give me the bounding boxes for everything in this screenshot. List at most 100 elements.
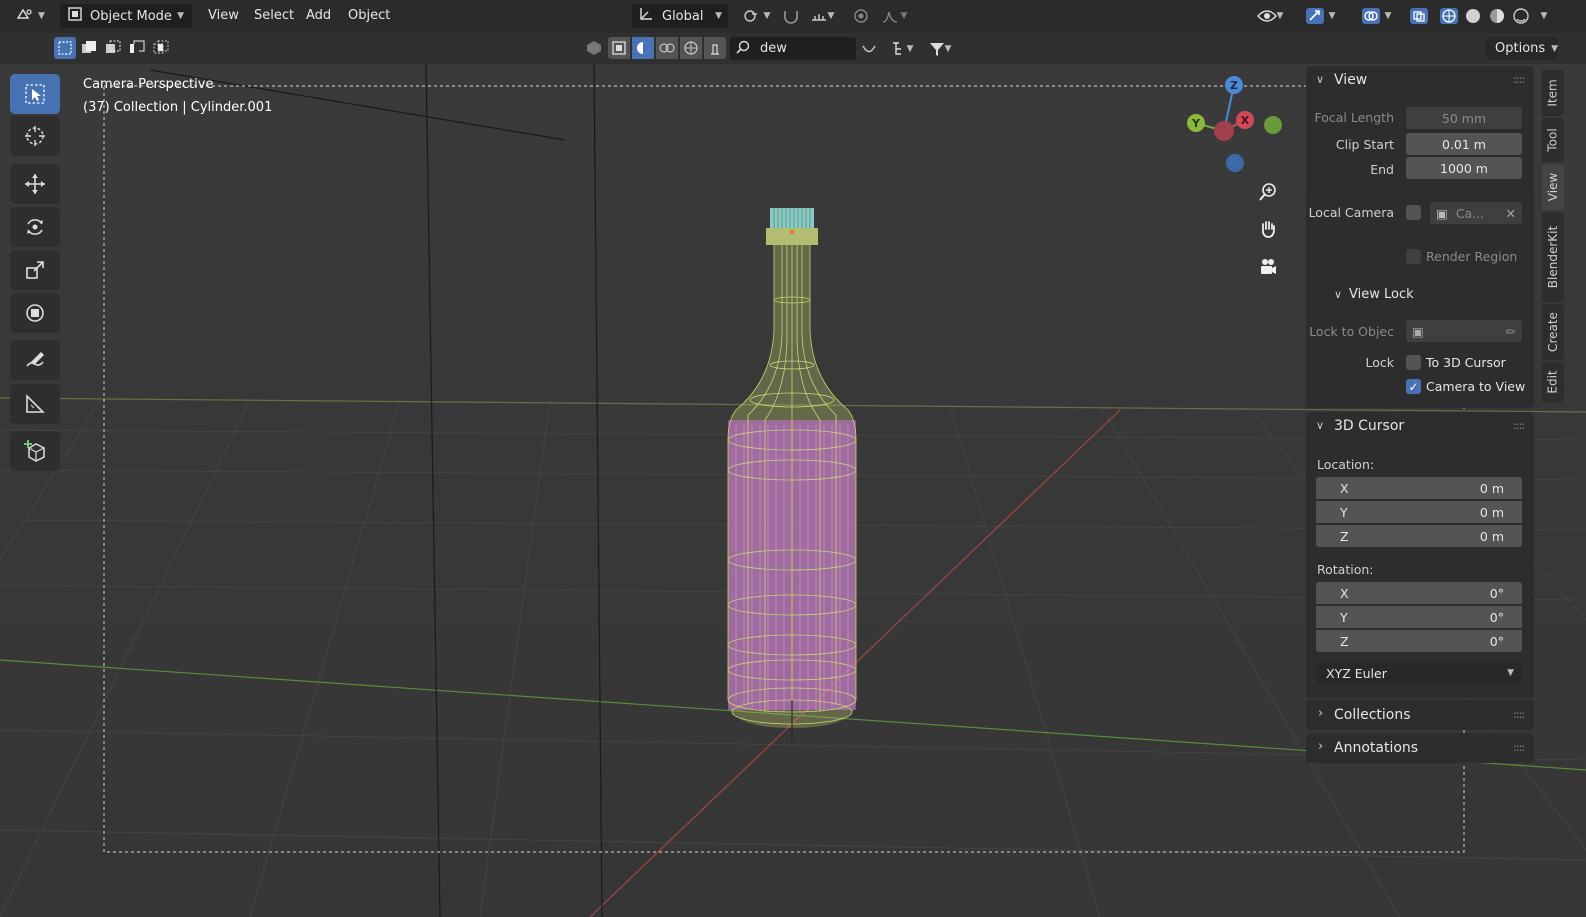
filter-solid-icon[interactable] bbox=[632, 37, 654, 59]
xray-icon[interactable] bbox=[1408, 5, 1430, 27]
pan-hand-icon[interactable] bbox=[1253, 214, 1283, 244]
wireframe-shading-icon[interactable] bbox=[1438, 5, 1460, 27]
tab-create[interactable]: Create bbox=[1542, 304, 1564, 360]
gizmo-x-label: X bbox=[1241, 114, 1250, 127]
measure-tool[interactable] bbox=[10, 384, 60, 424]
gizmo-neg-y[interactable] bbox=[1264, 116, 1282, 134]
drag-grip-icon[interactable]: :::: bbox=[1513, 419, 1525, 432]
camera-to-view-checkbox[interactable]: ✓ bbox=[1406, 379, 1421, 394]
select-new-icon[interactable] bbox=[54, 37, 76, 59]
filter-world-icon[interactable] bbox=[680, 37, 702, 59]
snap-icon[interactable] bbox=[780, 5, 802, 27]
select-subtract-icon[interactable] bbox=[102, 37, 124, 59]
chevron-down-icon: ▼ bbox=[715, 11, 722, 21]
filter-lamp-icon[interactable] bbox=[704, 37, 726, 59]
tab-item[interactable]: Item bbox=[1542, 70, 1564, 116]
snap-target-icon[interactable]: ▼ bbox=[804, 5, 840, 27]
3d-cursor-title[interactable]: 3D Cursor bbox=[1334, 418, 1404, 434]
menu-select[interactable]: Select bbox=[254, 8, 294, 23]
drag-grip-icon[interactable]: :::: bbox=[1513, 741, 1525, 754]
chevron-right-icon: › bbox=[1318, 706, 1324, 721]
focal-length-field[interactable]: 50 mm bbox=[1406, 107, 1522, 129]
proportional-editing-icon[interactable] bbox=[850, 5, 872, 27]
annotations-panel[interactable]: › Annotations :::: bbox=[1306, 733, 1534, 763]
navigation-gizmo[interactable]: Z Y X bbox=[1184, 76, 1294, 186]
shading-options-chevron-icon[interactable]: ▼ bbox=[1536, 5, 1552, 27]
gizmo-y-label: Y bbox=[1191, 117, 1201, 130]
scale-tool[interactable] bbox=[10, 250, 60, 290]
solid-shading-icon[interactable] bbox=[1462, 5, 1484, 27]
search-field[interactable]: dew bbox=[730, 37, 856, 60]
annotate-tool[interactable] bbox=[10, 340, 60, 380]
cursor-tool[interactable] bbox=[10, 116, 60, 156]
collections-panel[interactable]: › Collections :::: bbox=[1306, 700, 1534, 730]
pivot-point-icon[interactable]: ▼ bbox=[738, 5, 774, 27]
location-y-field[interactable]: Y 0 m bbox=[1316, 501, 1522, 523]
outliner-filter-icon[interactable]: ▼ bbox=[884, 38, 920, 60]
chevron-down-icon: ▼ bbox=[177, 11, 184, 21]
material-shading-icon[interactable] bbox=[1486, 5, 1508, 27]
zoom-icon[interactable] bbox=[1253, 177, 1283, 207]
menu-view[interactable]: View bbox=[208, 8, 239, 23]
chevron-down-icon[interactable]: ∨ bbox=[1334, 288, 1342, 301]
rotation-z-field[interactable]: Z 0° bbox=[1316, 630, 1522, 652]
curve-icon[interactable] bbox=[858, 38, 880, 60]
drag-grip-icon[interactable]: :::: bbox=[1513, 73, 1525, 86]
move-tool[interactable] bbox=[10, 164, 60, 204]
lock-to-object-field[interactable]: ▣ ✏ bbox=[1406, 320, 1522, 342]
local-camera-checkbox[interactable] bbox=[1406, 205, 1421, 220]
rotation-label: Rotation: bbox=[1317, 562, 1374, 577]
render-region-checkbox[interactable] bbox=[1406, 249, 1421, 264]
filter-mesh-icon[interactable] bbox=[608, 37, 630, 59]
clear-x-icon[interactable]: ✕ bbox=[1506, 206, 1516, 221]
gizmo-toggle-icon[interactable]: ▼ bbox=[1296, 5, 1344, 27]
rendered-shading-icon[interactable] bbox=[1510, 5, 1532, 27]
axis-value: 0 m bbox=[1479, 528, 1504, 544]
to-3d-cursor-checkbox[interactable] bbox=[1406, 355, 1421, 370]
eyedropper-icon[interactable]: ✏ bbox=[1506, 324, 1516, 339]
view-lock-title[interactable]: View Lock bbox=[1349, 287, 1414, 302]
menu-add[interactable]: Add bbox=[306, 8, 331, 23]
rotation-x-field[interactable]: X 0° bbox=[1316, 582, 1522, 604]
lock-to-object-label: Lock to Objec bbox=[1309, 324, 1394, 339]
filter-material-icon[interactable] bbox=[656, 37, 678, 59]
local-camera-field[interactable]: ▣ Ca... ✕ bbox=[1430, 202, 1522, 224]
rotation-mode-dropdown[interactable]: XYZ Euler ▼ bbox=[1316, 662, 1522, 684]
funnel-filter-icon[interactable]: ▼ bbox=[922, 38, 958, 60]
tab-view[interactable]: View bbox=[1542, 164, 1564, 210]
falloff-icon[interactable]: ▼ bbox=[876, 5, 912, 27]
options-dropdown[interactable]: Options ▼ bbox=[1486, 37, 1558, 60]
tab-edit[interactable]: Edit bbox=[1542, 362, 1564, 402]
clip-end-field[interactable]: 1000 m bbox=[1406, 157, 1522, 179]
drag-grip-icon[interactable]: :::: bbox=[1513, 708, 1525, 721]
location-z-field[interactable]: Z 0 m bbox=[1316, 525, 1522, 547]
transform-orientation-dropdown[interactable]: Global ▼ bbox=[632, 4, 728, 28]
chevron-down-icon: ▼ bbox=[1507, 668, 1514, 678]
mode-dropdown[interactable]: Object Mode ▼ bbox=[60, 4, 192, 28]
menu-object[interactable]: Object bbox=[348, 8, 390, 23]
rotation-y-field[interactable]: Y 0° bbox=[1316, 606, 1522, 628]
annotate-pencil-icon bbox=[26, 352, 44, 367]
select-intersect-icon[interactable] bbox=[150, 37, 172, 59]
editor-type-button[interactable]: ▼ bbox=[8, 4, 48, 28]
local-camera-label: Local Camera bbox=[1308, 205, 1394, 220]
visibility-icon[interactable]: ▼ bbox=[1252, 5, 1288, 27]
view-panel-title[interactable]: View bbox=[1334, 72, 1367, 88]
tab-blenderkit[interactable]: BlenderKit bbox=[1542, 212, 1564, 302]
gizmo-neg-x[interactable] bbox=[1214, 121, 1234, 141]
select-difference-icon[interactable] bbox=[126, 37, 148, 59]
clip-start-field[interactable]: 0.01 m bbox=[1406, 133, 1522, 155]
select-extend-icon[interactable] bbox=[78, 37, 100, 59]
transform-tool[interactable] bbox=[10, 293, 60, 333]
camera-view-icon[interactable] bbox=[1253, 252, 1283, 282]
gizmo-neg-z[interactable] bbox=[1226, 154, 1244, 172]
add-cube-tool[interactable] bbox=[10, 431, 60, 471]
chevron-down-icon[interactable]: ∨ bbox=[1316, 73, 1324, 86]
object-filter-icon[interactable] bbox=[584, 38, 604, 58]
rotate-tool[interactable] bbox=[10, 207, 60, 247]
location-x-field[interactable]: X 0 m bbox=[1316, 477, 1522, 499]
chevron-down-icon[interactable]: ∨ bbox=[1316, 419, 1324, 432]
overlays-icon[interactable]: ▼ bbox=[1352, 5, 1400, 27]
select-box-tool[interactable] bbox=[10, 74, 60, 114]
tab-tool[interactable]: Tool bbox=[1542, 118, 1564, 162]
